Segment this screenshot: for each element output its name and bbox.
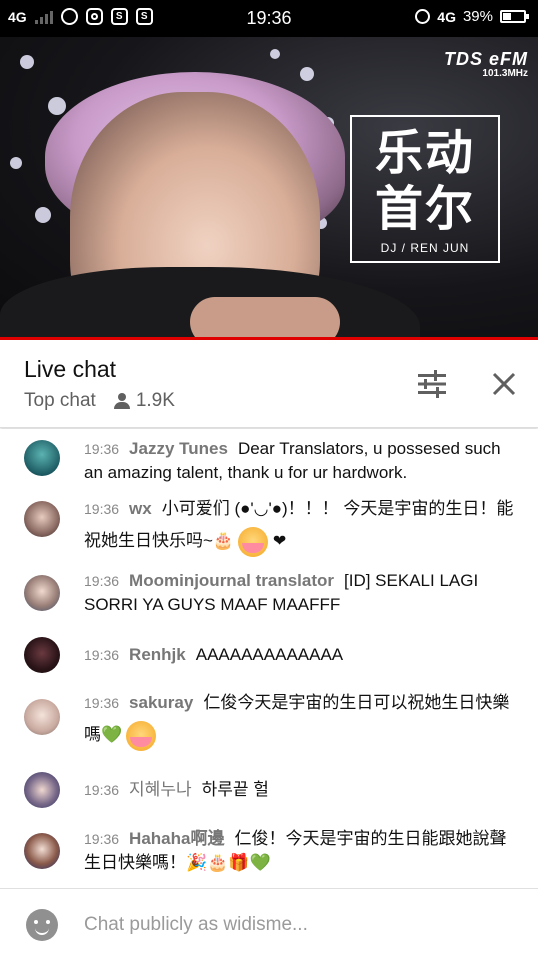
viewer-count-value: 1.9K <box>135 390 175 411</box>
message-body: 19:36 sakuray 仁俊今天是宇宙的生日可以祝她生日快樂嗎💚 <box>84 687 522 751</box>
bokeh-light <box>48 97 66 115</box>
message-time: 19:36 <box>84 573 120 589</box>
chat-title: Live chat <box>24 356 117 382</box>
message-body: 19:36 Moominjournal translator [ID] SEKALI… <box>84 569 522 617</box>
message-author[interactable]: Hahaha啊邊 <box>129 829 224 848</box>
close-icon[interactable] <box>490 370 518 398</box>
message-author[interactable]: Moominjournal translator <box>129 571 334 590</box>
chat-header: Live chat Top chat 1.9K <box>0 340 538 428</box>
message-time: 19:36 <box>84 782 120 798</box>
message-body: 19:36 Jazzy Tunes Dear Translators, u poss… <box>84 437 522 485</box>
bokeh-light <box>35 207 51 223</box>
program-logo: 乐动 首尔 DJ / REN JUN <box>350 115 500 263</box>
status-right: 4G 39% <box>415 8 529 25</box>
chat-message-list[interactable]: 19:36 Jazzy Tunes Dear Translators, u poss… <box>0 429 538 888</box>
hugging-emoji-icon <box>126 720 157 751</box>
message-author[interactable]: sakuray <box>129 693 193 712</box>
settings-tune-icon[interactable] <box>416 370 448 398</box>
message-author[interactable]: wx <box>129 499 152 518</box>
message-time: 19:36 <box>84 501 120 517</box>
message-body: 19:36 지혜누나 하루끝 헐 <box>84 778 522 802</box>
bokeh-light <box>270 49 280 59</box>
program-logo-line: 首尔 <box>374 181 475 237</box>
message-body: 19:36 wx 小可爱们 (●'◡'●)！！！ 今天是宇宙的生日！能祝她生日快乐吗… <box>84 493 522 558</box>
message-author[interactable]: Renhjk <box>129 645 186 664</box>
station-name: TDS eFM <box>443 49 528 69</box>
message-time: 19:36 <box>84 831 120 847</box>
avatar[interactable] <box>24 833 60 869</box>
avatar[interactable] <box>24 772 60 808</box>
message-time: 19:36 <box>84 647 120 663</box>
hugging-emoji-icon <box>238 526 269 557</box>
bokeh-light <box>20 55 34 69</box>
chat-subheader: Top chat 1.9K <box>24 390 175 412</box>
message-time: 19:36 <box>84 695 120 711</box>
avatar[interactable] <box>24 575 60 611</box>
chat-input-bar <box>0 888 538 959</box>
avatar[interactable] <box>24 501 60 537</box>
network-indicator-right: 4G <box>437 8 456 25</box>
message-author[interactable]: 지혜누나 <box>129 780 192 799</box>
user-avatar-icon[interactable] <box>26 909 58 941</box>
heart-icon: ❤ <box>272 533 287 550</box>
viewer-count: 1.9K <box>113 390 175 412</box>
avatar[interactable] <box>24 699 60 735</box>
message-text: 하루끝 헐 <box>201 780 269 799</box>
message-author[interactable]: Jazzy Tunes <box>129 439 228 458</box>
message-body: 19:36 Renhjk AAAAAAAAAAAAA <box>84 643 522 667</box>
message-text: AAAAAAAAAAAAA <box>195 645 344 664</box>
chat-input[interactable] <box>84 911 504 939</box>
status-bar: 4G S S 19:36 4G 39% <box>0 0 538 37</box>
program-logo-line: 乐动 <box>374 125 475 181</box>
alarm-icon <box>415 9 431 24</box>
person-icon <box>113 393 130 409</box>
battery-percent: 39% <box>462 8 493 25</box>
video-player[interactable]: TDS eFM 101.3MHz 乐动 首尔 DJ / REN JUN <box>0 37 538 337</box>
chat-mode-dropdown[interactable]: Top chat <box>24 390 96 412</box>
avatar[interactable] <box>24 440 60 476</box>
message-time: 19:36 <box>84 441 120 457</box>
avatar[interactable] <box>24 637 60 673</box>
station-logo: TDS eFM 101.3MHz <box>444 49 528 79</box>
bokeh-light <box>10 157 22 169</box>
message-body: 19:36 Hahaha啊邊 仁俊！今天是宇宙的生日能跟她說聲生日快樂嗎！🎉🎂🎁💚 <box>84 827 522 875</box>
hand-shape <box>190 297 340 337</box>
program-dj: DJ / REN JUN <box>380 241 470 255</box>
bokeh-light <box>300 67 314 81</box>
battery-icon <box>500 10 529 23</box>
